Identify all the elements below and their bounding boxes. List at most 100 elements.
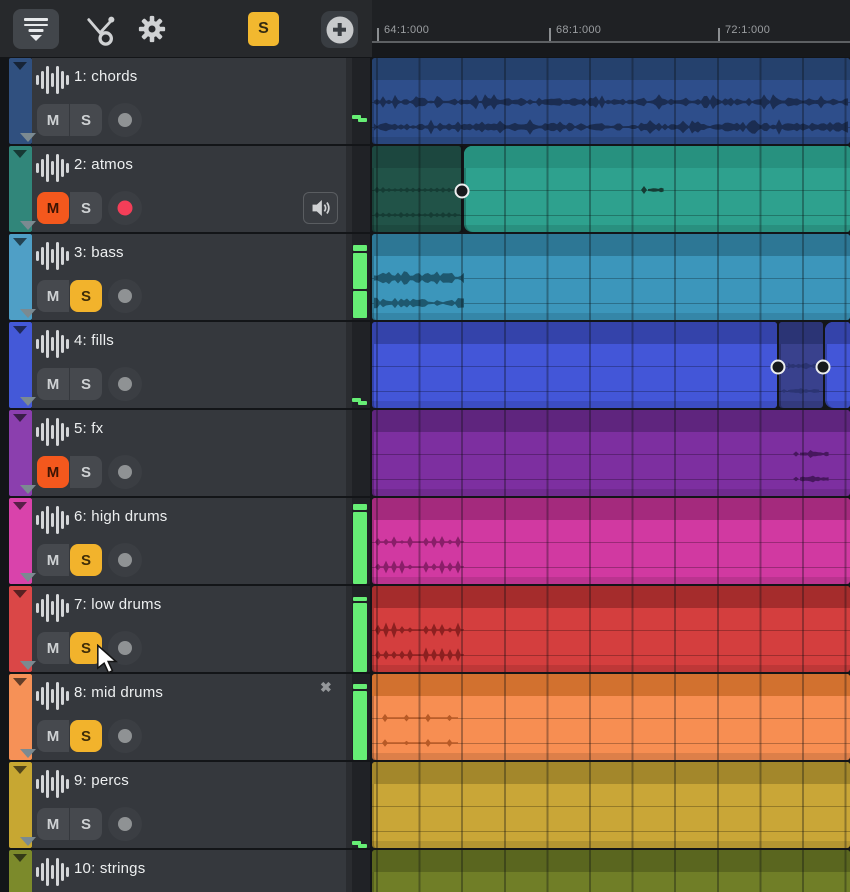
solo-button[interactable]: S: [70, 104, 102, 136]
expand-arrow-icon[interactable]: [20, 309, 36, 318]
track-row: 6: high drumsMS: [0, 498, 850, 584]
track-color-strip[interactable]: [9, 234, 32, 320]
record-arm-button[interactable]: [108, 191, 142, 225]
audio-clip[interactable]: [372, 58, 850, 144]
track-color-strip[interactable]: [9, 762, 32, 848]
collapse-arrow-icon[interactable]: [13, 854, 27, 862]
collapse-arrow-icon[interactable]: [13, 62, 27, 70]
track-name: 10: strings: [74, 860, 145, 877]
expand-arrow-icon[interactable]: [20, 573, 36, 582]
audio-clip[interactable]: [372, 146, 461, 232]
audio-clip[interactable]: [372, 322, 777, 408]
fade-handle[interactable]: [455, 184, 470, 199]
solo-button[interactable]: S: [70, 280, 102, 312]
track-color-strip[interactable]: [9, 850, 32, 892]
audio-clip[interactable]: [372, 850, 850, 892]
collapse-arrow-icon[interactable]: [13, 678, 27, 686]
audio-clip[interactable]: [464, 146, 850, 232]
collapse-arrow-icon[interactable]: [13, 502, 27, 510]
track-filter-button[interactable]: [13, 9, 59, 49]
audio-clip[interactable]: [372, 674, 850, 760]
channel-line: [372, 190, 850, 191]
audio-clip[interactable]: [372, 586, 850, 672]
expand-arrow-icon[interactable]: [20, 485, 36, 494]
mute-button[interactable]: M: [37, 544, 69, 576]
solo-button[interactable]: S: [70, 456, 102, 488]
expand-arrow-icon[interactable]: [20, 221, 36, 230]
track-color-strip[interactable]: [9, 146, 32, 232]
expand-arrow-icon[interactable]: [20, 837, 36, 846]
collapse-arrow-icon[interactable]: [13, 414, 27, 422]
fade-handle[interactable]: [771, 360, 786, 375]
track-color-strip[interactable]: [9, 586, 32, 672]
track-name: 1: chords: [74, 68, 138, 85]
audio-clip[interactable]: [372, 234, 850, 320]
meter-lane: [346, 762, 370, 848]
track-row: 3: bassMS: [0, 234, 850, 320]
global-solo-button[interactable]: S: [248, 12, 279, 46]
expand-arrow-icon[interactable]: [20, 661, 36, 670]
audio-clip[interactable]: [372, 410, 850, 496]
track-color-strip[interactable]: [9, 410, 32, 496]
audio-clip[interactable]: [372, 762, 850, 848]
expand-arrow-icon[interactable]: [20, 749, 36, 758]
audio-waveform-icon: [36, 242, 70, 270]
routing-icon[interactable]: [84, 12, 118, 48]
clip-header: [825, 322, 850, 344]
close-icon[interactable]: ✖: [320, 679, 332, 696]
clip-header: [372, 850, 850, 872]
solo-button[interactable]: S: [70, 720, 102, 752]
track-color-strip[interactable]: [9, 322, 32, 408]
clip-footer: [372, 665, 850, 672]
record-arm-button[interactable]: [108, 103, 142, 137]
mute-button[interactable]: M: [37, 192, 69, 224]
expand-arrow-icon[interactable]: [20, 133, 36, 142]
track-row: 2: atmosMS: [0, 146, 850, 232]
clip-header: [372, 58, 850, 80]
track-color-strip[interactable]: [9, 498, 32, 584]
mute-button[interactable]: M: [37, 808, 69, 840]
collapse-arrow-icon[interactable]: [13, 238, 27, 246]
record-arm-button[interactable]: [108, 455, 142, 489]
audio-clip[interactable]: [372, 498, 850, 584]
collapse-arrow-icon[interactable]: [13, 150, 27, 158]
track-row: 5: fxMS: [0, 410, 850, 496]
timeline-ruler[interactable]: 64:1:00068:1:00072:1:000: [372, 0, 850, 43]
timeline-tick: [549, 28, 551, 41]
track-row: 1: chords MS: [0, 58, 850, 144]
audio-waveform-icon: [36, 154, 70, 182]
record-arm-button[interactable]: [108, 807, 142, 841]
mute-button[interactable]: M: [37, 104, 69, 136]
expand-arrow-icon[interactable]: [20, 397, 36, 406]
mute-button[interactable]: M: [37, 368, 69, 400]
collapse-arrow-icon[interactable]: [13, 766, 27, 774]
speaker-icon: [310, 197, 332, 219]
mute-button[interactable]: M: [37, 456, 69, 488]
fade-handle[interactable]: [816, 360, 831, 375]
solo-button[interactable]: S: [70, 808, 102, 840]
record-arm-button[interactable]: [108, 719, 142, 753]
mute-button[interactable]: M: [37, 720, 69, 752]
track-color-strip[interactable]: [9, 58, 32, 144]
gear-icon[interactable]: [138, 15, 166, 43]
solo-button[interactable]: S: [70, 368, 102, 400]
collapse-arrow-icon[interactable]: [13, 590, 27, 598]
clip-footer: [372, 313, 850, 320]
track-filter-icon: [24, 18, 48, 21]
mute-button[interactable]: M: [37, 632, 69, 664]
record-arm-button[interactable]: [108, 543, 142, 577]
meter-lane: [346, 410, 370, 496]
solo-button[interactable]: S: [70, 544, 102, 576]
monitor-speaker-button[interactable]: [303, 192, 338, 224]
track-color-strip[interactable]: [9, 674, 32, 760]
record-arm-button[interactable]: [108, 367, 142, 401]
record-arm-button[interactable]: [108, 279, 142, 313]
meter-lane: [346, 498, 370, 584]
meter-lane: [346, 322, 370, 408]
add-track-button[interactable]: [321, 11, 358, 48]
collapse-arrow-icon[interactable]: [13, 326, 27, 334]
clip-lane: [372, 410, 850, 496]
clip-header: [372, 322, 777, 344]
solo-button[interactable]: S: [70, 192, 102, 224]
mute-button[interactable]: M: [37, 280, 69, 312]
